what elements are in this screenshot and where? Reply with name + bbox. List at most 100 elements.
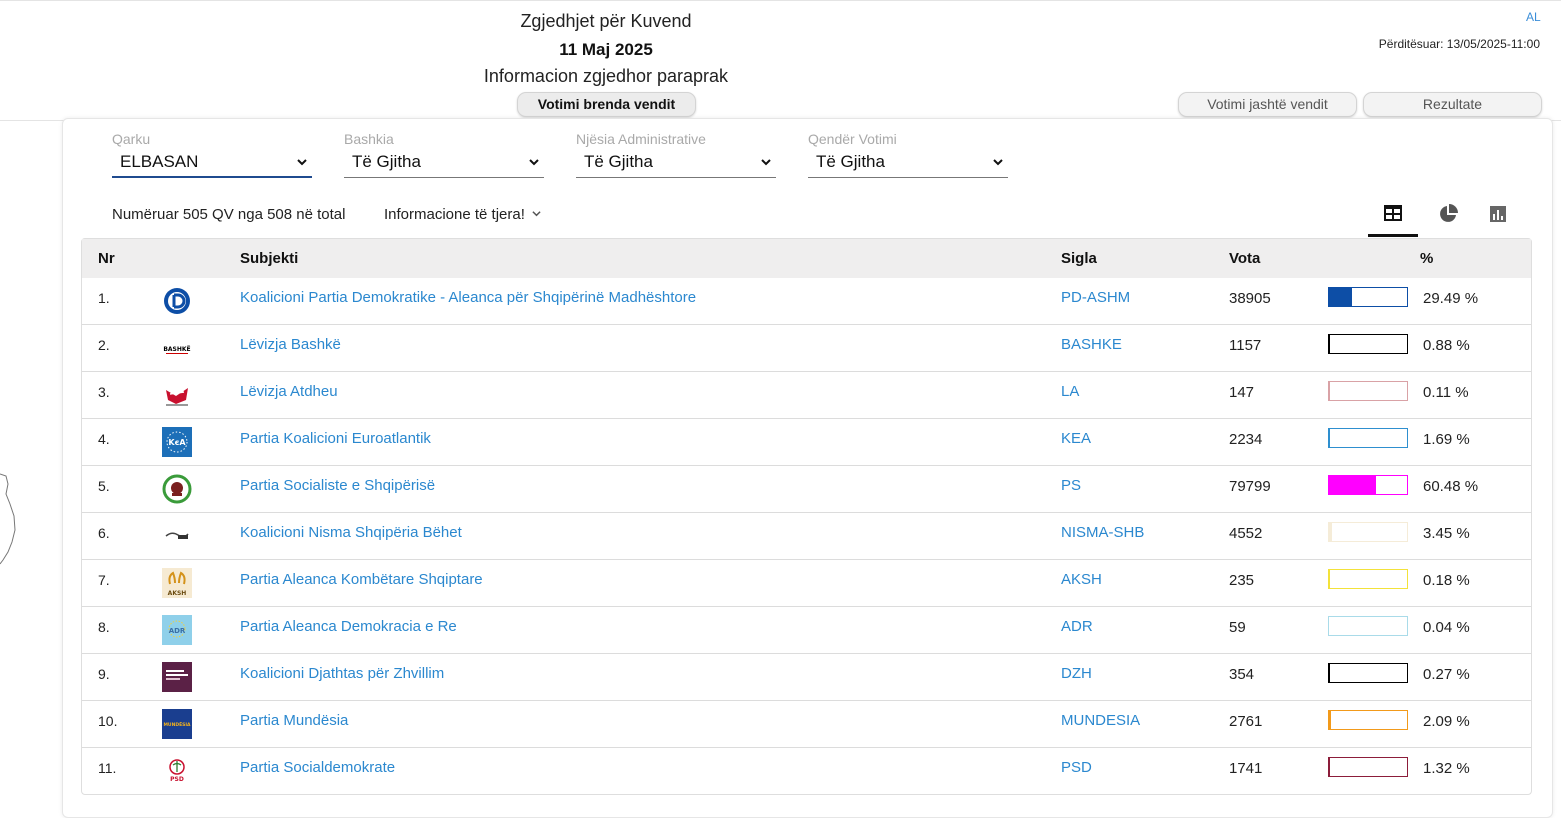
party-sigla-link[interactable]: AKSH	[1061, 571, 1102, 588]
qender-select[interactable]: Të Gjitha	[808, 150, 1008, 178]
percent-value: 3.45 %	[1423, 525, 1470, 542]
percent-value: 1.32 %	[1423, 760, 1470, 777]
select-value: Të Gjitha	[816, 152, 885, 171]
election-title: Zgjedhjet për Kuvend	[456, 11, 756, 32]
votes-count: 1157	[1229, 337, 1261, 354]
row-number: 4.	[98, 431, 110, 447]
ps-logo-icon	[162, 474, 192, 504]
row-number: 11.	[98, 760, 116, 776]
percent-bar-fill	[1329, 429, 1330, 447]
party-name-link[interactable]: Partia Koalicioni Euroatlantik	[240, 430, 431, 447]
votes-count: 2234	[1229, 431, 1262, 448]
percent-bar	[1328, 616, 1408, 636]
party-sigla-link[interactable]: BASHKE	[1061, 336, 1122, 353]
percent-value: 0.04 %	[1423, 619, 1470, 636]
percent-bar-fill	[1329, 758, 1330, 776]
party-sigla-link[interactable]: PS	[1061, 477, 1081, 494]
table-icon	[1383, 204, 1403, 222]
row-number: 10.	[98, 713, 117, 729]
title-block: Zgjedhjet për Kuvend 11 Maj 2025 Informa…	[456, 9, 756, 87]
table-row: 5. Partia Socialiste e Shqipërisë PS 797…	[82, 466, 1531, 513]
party-name-link[interactable]: Partia Socialiste e Shqipërisë	[240, 477, 435, 494]
party-name-link[interactable]: Koalicioni Djathtas për Zhvillim	[240, 665, 444, 682]
votes-count: 4552	[1229, 525, 1262, 542]
filter-bashkia: Bashkia Të Gjitha	[344, 130, 544, 178]
logo-text: ADR	[169, 627, 186, 635]
party-name-link[interactable]: Partia Mundësia	[240, 712, 348, 729]
party-sigla-link[interactable]: MUNDESIA	[1061, 712, 1140, 729]
party-name-link[interactable]: Partia Socialdemokrate	[240, 759, 395, 776]
chevron-down-icon	[760, 156, 772, 168]
more-info-toggle[interactable]: Informacione të tjera!	[384, 206, 541, 223]
filter-njesia-administrative: Njësia Administrative Të Gjitha	[576, 130, 776, 178]
party-sigla-link[interactable]: KEA	[1061, 430, 1091, 447]
tab-voting-abroad[interactable]: Votimi jashtë vendit	[1178, 92, 1357, 117]
row-number: 3.	[98, 384, 110, 400]
select-value: ELBASAN	[120, 152, 198, 171]
tab-table-view[interactable]	[1368, 196, 1418, 237]
table-row: 9. Koalicioni Djathtas për Zhvillim DZH …	[82, 654, 1531, 701]
votes-count: 354	[1229, 666, 1254, 683]
party-sigla-link[interactable]: PD-ASHM	[1061, 289, 1130, 306]
kea-logo-icon: KєA	[162, 427, 192, 457]
party-name-link[interactable]: Partia Aleanca Demokracia e Re	[240, 618, 457, 635]
party-name-link[interactable]: Partia Aleanca Kombëtare Shqiptare	[240, 571, 483, 588]
party-sigla-link[interactable]: DZH	[1061, 665, 1092, 682]
percent-bar	[1328, 475, 1408, 495]
filter-label: Qarku	[112, 130, 312, 148]
percent-value: 60.48 %	[1423, 478, 1478, 495]
row-number: 6.	[98, 525, 110, 541]
party-sigla-link[interactable]: NISMA-SHB	[1061, 524, 1144, 541]
tab-pie-view[interactable]	[1423, 196, 1473, 237]
table-row: 6. Koalicioni Nisma Shqipëria Bëhet NISM…	[82, 513, 1531, 560]
row-number: 2.	[98, 337, 110, 353]
njesia-select[interactable]: Të Gjitha	[576, 150, 776, 178]
bashkia-select[interactable]: Të Gjitha	[344, 150, 544, 178]
header-nr: Nr	[98, 250, 115, 267]
pd-logo-icon	[162, 286, 192, 316]
election-date: 11 Maj 2025	[456, 40, 756, 60]
tab-bar-view[interactable]	[1473, 196, 1523, 237]
map-fragment	[0, 472, 20, 567]
qarku-select[interactable]: ELBASAN	[112, 150, 312, 178]
votes-count: 38905	[1229, 290, 1271, 307]
party-name-link[interactable]: Lëvizja Atdheu	[240, 383, 338, 400]
table-row: 2. BASHKË Lëvizja Bashkë BASHKE 1157 0.8…	[82, 325, 1531, 372]
party-name-link[interactable]: Koalicioni Partia Demokratike - Aleanca …	[240, 289, 696, 306]
chevron-down-icon	[532, 209, 541, 218]
header: Zgjedhjet për Kuvend 11 Maj 2025 Informa…	[0, 0, 1561, 121]
aksh-logo-icon: AKSH	[162, 568, 192, 598]
row-number: 1.	[98, 290, 110, 306]
psd-logo-icon: PSD	[162, 756, 192, 786]
table-row: 10. MUNDËSIA Partia Mundësia MUNDESIA 27…	[82, 701, 1531, 748]
party-name-link[interactable]: Koalicioni Nisma Shqipëria Bëhet	[240, 524, 462, 541]
percent-value: 0.18 %	[1423, 572, 1470, 589]
table-row: 8. ADR Partia Aleanca Demokracia e Re AD…	[82, 607, 1531, 654]
tab-voting-inside[interactable]: Votimi brenda vendit	[517, 92, 696, 117]
party-sigla-link[interactable]: PSD	[1061, 759, 1092, 776]
percent-bar	[1328, 522, 1408, 542]
view-switcher	[1368, 196, 1518, 237]
language-switch[interactable]: AL	[1526, 10, 1541, 24]
election-subtitle: Informacion zgjedhor paraprak	[456, 66, 756, 87]
more-info-label: Informacione të tjera!	[384, 206, 525, 223]
nisma-logo-icon	[162, 521, 192, 551]
logo-text: BASHKË	[163, 346, 190, 353]
last-updated: Përditësuar: 13/05/2025-11:00	[1379, 37, 1540, 51]
header-vota: Vota	[1229, 250, 1260, 267]
bashke-logo-icon: BASHKË	[162, 333, 192, 363]
select-value: Të Gjitha	[584, 152, 653, 171]
table-row: 1. Koalicioni Partia Demokratike - Alean…	[82, 278, 1531, 325]
percent-bar	[1328, 710, 1408, 730]
percent-bar	[1328, 334, 1408, 354]
la-logo-icon	[162, 380, 192, 410]
tab-results[interactable]: Rezultate	[1363, 92, 1542, 117]
party-sigla-link[interactable]: ADR	[1061, 618, 1093, 635]
party-name-link[interactable]: Lëvizja Bashkë	[240, 336, 341, 353]
party-sigla-link[interactable]: LA	[1061, 383, 1079, 400]
percent-bar	[1328, 287, 1408, 307]
logo-text: PSD	[170, 776, 184, 783]
logo-text: AKSH	[168, 590, 187, 597]
select-value: Të Gjitha	[352, 152, 421, 171]
percent-bar	[1328, 757, 1408, 777]
